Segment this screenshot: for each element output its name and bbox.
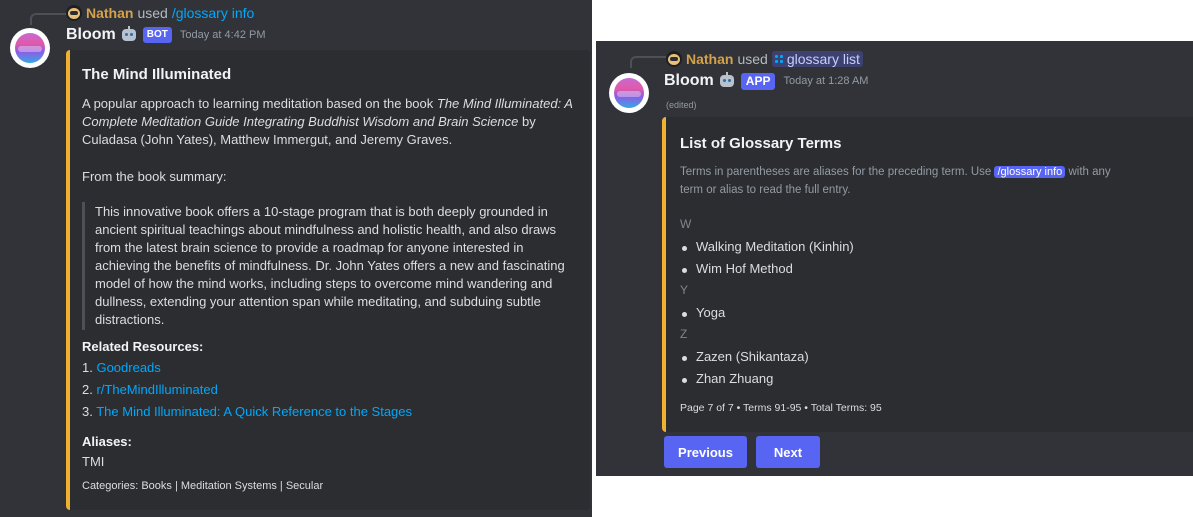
user-avatar-icon xyxy=(66,5,82,21)
reply-username[interactable]: Nathan xyxy=(686,51,733,67)
previous-button[interactable]: Previous xyxy=(664,436,747,468)
quick-reference-link[interactable]: The Mind Illuminated: A Quick Reference … xyxy=(96,404,412,419)
user-avatar-icon xyxy=(666,51,682,67)
left-message-panel: Nathan used /glossary info Bloom BOT Tod… xyxy=(0,0,592,517)
list-item: Zhan Zhuang xyxy=(681,371,774,386)
aliases-title: Aliases: xyxy=(82,434,132,449)
list-item: Walking Meditation (Kinhin) xyxy=(682,239,854,254)
list-item: Yoga xyxy=(681,305,726,320)
app-command-icon xyxy=(774,55,783,63)
reply-connector xyxy=(630,56,666,68)
app-tag: APP xyxy=(740,72,776,90)
list-item: Wim Hof Method xyxy=(682,261,793,276)
bot-name[interactable]: Bloom xyxy=(66,26,116,44)
timestamp[interactable]: Today at 1:28 AM xyxy=(783,75,868,87)
blockquote-bar xyxy=(82,202,85,330)
book-summary-quote: This innovative book offers a 10-stage p… xyxy=(95,204,565,327)
embed-title: The Mind Illuminated xyxy=(82,66,232,83)
message-header: Bloom APP Today at 1:28 AM xyxy=(664,72,868,90)
embed-description: Terms in parentheses are aliases for the… xyxy=(680,166,1111,196)
resources-title: Related Resources: xyxy=(82,339,204,354)
reply-used-text: used xyxy=(137,5,168,21)
reply-username[interactable]: Nathan xyxy=(86,5,133,21)
group-letter: Y xyxy=(680,283,689,297)
reply-command[interactable]: glossary list xyxy=(771,51,863,67)
reply-used-text: used xyxy=(737,51,768,67)
glossary-list-embed: List of Glossary Terms Terms in parenthe… xyxy=(662,117,1193,432)
reply-command[interactable]: /glossary info xyxy=(172,5,254,21)
reply-connector xyxy=(30,13,66,25)
summary-label: From the book summary: xyxy=(82,169,227,184)
resource-item-1: 1. Goodreads xyxy=(82,360,161,375)
aliases-value: TMI xyxy=(82,454,105,469)
bot-avatar[interactable] xyxy=(609,73,649,113)
bot-name[interactable]: Bloom xyxy=(664,72,714,90)
embed-title: List of Glossary Terms xyxy=(680,135,842,152)
inline-code-command: /glossary info xyxy=(994,166,1066,178)
bot-avatar[interactable] xyxy=(10,28,50,68)
resource-item-2: 2. r/TheMindIlluminated xyxy=(82,382,218,397)
pagination-footer: Page 7 of 7 • Terms 91-95 • Total Terms:… xyxy=(680,402,882,414)
message-header: Bloom BOT Today at 4:42 PM xyxy=(66,26,266,44)
info-embed: The Mind Illuminated A popular approach … xyxy=(66,50,590,510)
group-letter: W xyxy=(680,217,692,231)
reply-reference[interactable]: Nathan used /glossary info xyxy=(66,3,254,23)
list-item: Zazen (Shikantaza) xyxy=(682,349,809,364)
next-button[interactable]: Next xyxy=(756,436,820,468)
resource-item-3: 3. The Mind Illuminated: A Quick Referen… xyxy=(82,404,413,419)
robot-icon xyxy=(120,26,138,43)
right-message-panel: Nathan used glossary list Bloom APP Toda… xyxy=(596,41,1193,476)
embed-description: A popular approach to learning meditatio… xyxy=(82,96,573,147)
timestamp[interactable]: Today at 4:42 PM xyxy=(180,29,266,41)
reply-reference[interactable]: Nathan used glossary list xyxy=(666,49,863,69)
goodreads-link[interactable]: Goodreads xyxy=(96,360,160,375)
edited-label: (edited) xyxy=(666,100,697,110)
bot-tag: BOT xyxy=(142,27,172,43)
subreddit-link[interactable]: r/TheMindIlluminated xyxy=(96,382,217,397)
robot-icon xyxy=(718,72,736,89)
group-letter: Z xyxy=(680,327,688,341)
categories-line: Categories: Books | Meditation Systems |… xyxy=(82,480,324,492)
